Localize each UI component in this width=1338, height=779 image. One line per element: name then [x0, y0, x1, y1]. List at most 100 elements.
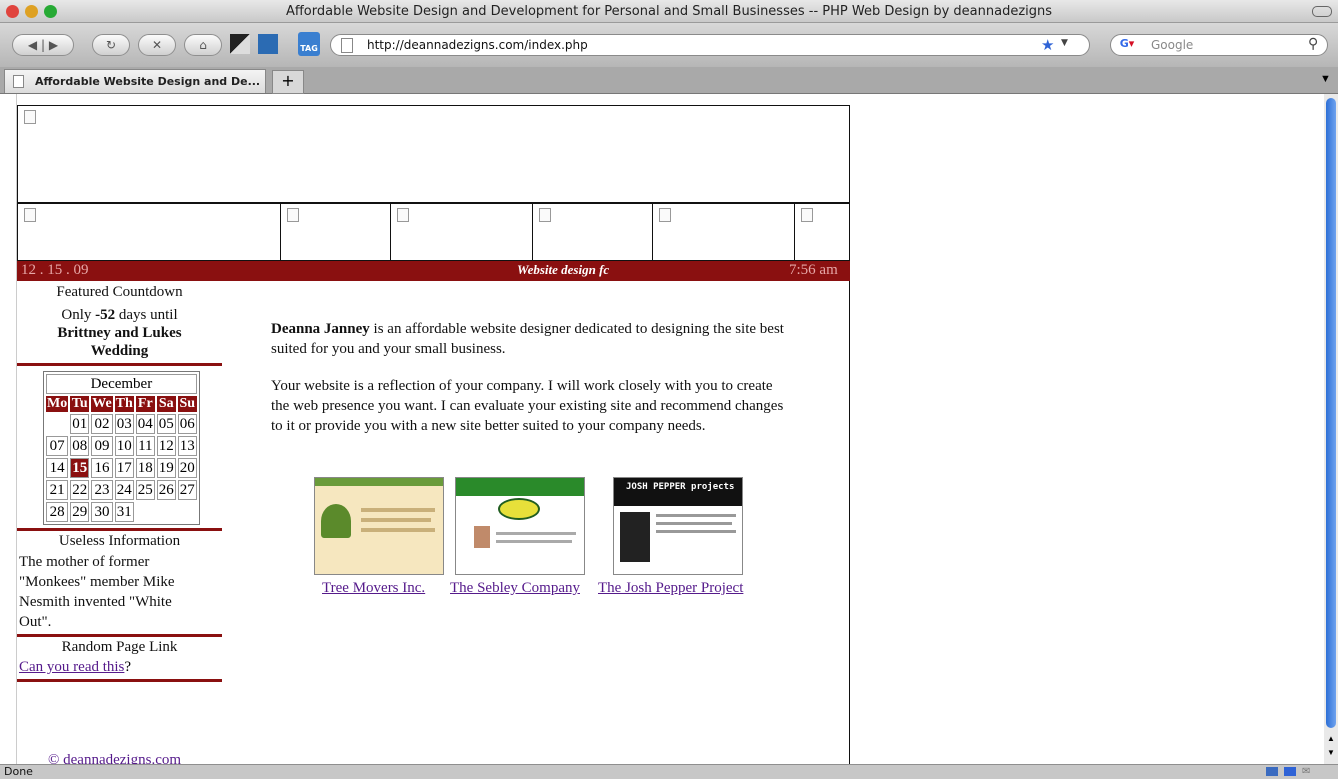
tab-active[interactable]: Affordable Website Design and De... — [4, 69, 266, 93]
calendar-day: 13 — [177, 436, 197, 456]
calendar-week: 28 29 30 31 — [46, 502, 197, 522]
thumb-text-line — [656, 522, 732, 525]
back-forward-buttons[interactable]: ◀ | ▶ — [12, 34, 74, 56]
calendar-empty-cell — [157, 502, 176, 522]
ticker-text: Website design fc — [517, 262, 610, 277]
tree-image — [321, 504, 351, 538]
calendar-day: 23 — [91, 480, 113, 500]
stop-icon: ✕ — [151, 38, 163, 52]
url-bar[interactable]: http://deannadezigns.com/index.php ★ ▼ — [330, 34, 1090, 56]
search-input[interactable]: G▾ Google ⚲ — [1110, 34, 1328, 56]
portfolio-thumb-tree-movers[interactable] — [314, 477, 444, 575]
tab-label: Affordable Website Design and De... — [35, 75, 261, 88]
nav-image-1[interactable] — [17, 203, 281, 261]
calendar-day: 08 — [70, 436, 90, 456]
broken-image-icon — [539, 208, 551, 222]
broken-image-icon — [801, 208, 813, 222]
nav-image-3[interactable] — [390, 203, 533, 261]
status-bar: Done ✉ — [0, 764, 1338, 779]
thumb-sidebar — [620, 512, 650, 562]
calendar-day: 06 — [177, 414, 197, 434]
calendar-today: 15 — [70, 458, 90, 478]
mail-icon[interactable]: ✉ — [1302, 766, 1310, 777]
calendar-day: 27 — [177, 480, 197, 500]
person-photo — [474, 526, 490, 548]
stop-button[interactable]: ✕ — [138, 34, 176, 56]
search-icon[interactable]: ⚲ — [1308, 36, 1318, 52]
thumb-text-line — [361, 528, 435, 532]
back-icon[interactable]: ◀ — [28, 38, 37, 52]
calendar-day: 09 — [91, 436, 113, 456]
broken-image-icon — [24, 110, 36, 124]
addon-status-icon[interactable] — [1284, 767, 1296, 776]
intro-paragraph: Deanna Janney is an affordable website d… — [271, 319, 791, 359]
nav-image-2[interactable] — [280, 203, 391, 261]
calendar-empty-cell — [178, 502, 197, 522]
calendar-day: 05 — [156, 414, 176, 434]
tag-icon[interactable]: TAG — [298, 32, 320, 56]
calendar-week: 21 22 23 24 25 26 27 — [46, 480, 197, 500]
tab-list-icon[interactable]: ▼ — [1320, 73, 1331, 85]
calendar-weekday: Mo — [46, 396, 69, 412]
calendar-week: 07 08 09 10 11 12 13 — [46, 436, 197, 456]
nav-image-4[interactable] — [532, 203, 653, 261]
calendar-empty-cell — [46, 414, 68, 434]
new-tab-button[interactable]: + — [272, 70, 304, 94]
time-text: 7:56 am — [789, 262, 838, 278]
bookmark-star-icon[interactable]: ★ — [1041, 36, 1054, 54]
reload-icon: ↻ — [105, 38, 117, 52]
calendar-day: 20 — [177, 458, 197, 478]
broken-image-icon — [659, 208, 671, 222]
calendar-day: 10 — [114, 436, 134, 456]
status-text: Done — [4, 765, 33, 778]
tab-page-icon — [13, 75, 24, 88]
portfolio-link-josh-pepper[interactable]: The Josh Pepper Project — [598, 580, 743, 597]
calendar-day: 21 — [46, 480, 69, 500]
thumb-text-line — [656, 514, 736, 517]
portfolio-thumb-josh-pepper[interactable]: JOSH PEPPER projects — [613, 477, 743, 575]
browser-toolbar: ◀ | ▶ ↻ ✕ ⌂ TAG http://deannadezigns.com… — [0, 23, 1338, 67]
toolbar-toggle-button[interactable] — [1312, 6, 1332, 17]
countdown-heading: Featured Countdown — [56, 284, 183, 300]
tab-bar: Affordable Website Design and De... + ▼ — [0, 67, 1338, 94]
nav-image-6[interactable] — [794, 203, 850, 261]
calendar-day: 12 — [156, 436, 176, 456]
save-addon-icon[interactable] — [258, 34, 278, 54]
bookmark-addon-icon[interactable] — [230, 34, 250, 54]
calendar-weekday: We — [91, 396, 113, 412]
portfolio-thumb-sebley[interactable] — [455, 477, 585, 575]
thumb-text-line — [361, 508, 435, 512]
url-text[interactable]: http://deannadezigns.com/index.php — [367, 38, 588, 52]
google-engine-icon[interactable]: G▾ — [1114, 37, 1140, 53]
window-titlebar: Affordable Website Design and Developmen… — [0, 0, 1338, 23]
portfolio-link-tree-movers[interactable]: Tree Movers Inc. — [322, 580, 425, 597]
calendar-weekday: Th — [114, 396, 134, 412]
forward-icon[interactable]: ▶ — [49, 38, 58, 52]
useless-heading: Useless Information — [58, 533, 181, 549]
nav-image-5[interactable] — [652, 203, 795, 261]
copyright-link[interactable]: © deannadezigns.com — [48, 752, 181, 764]
addon-status-icon[interactable] — [1266, 767, 1278, 776]
countdown-days: -52 — [95, 307, 116, 323]
thumb-text-line — [361, 518, 431, 522]
broken-image-icon — [287, 208, 299, 222]
broken-image-icon — [397, 208, 409, 222]
reload-button[interactable]: ↻ — [92, 34, 130, 56]
page-content: 12 . 15 . 09 Website design fc 7:56 am F… — [0, 94, 1324, 764]
calendar-day: 17 — [114, 458, 134, 478]
url-dropdown-icon[interactable]: ▼ — [1061, 38, 1068, 48]
search-placeholder: Google — [1151, 38, 1194, 52]
scroll-up-icon[interactable]: ▲ — [1327, 734, 1335, 743]
calendar-day: 07 — [46, 436, 69, 456]
scrollbar-thumb[interactable] — [1326, 98, 1336, 728]
random-page-link[interactable]: Can you read this — [19, 659, 124, 675]
calendar-day: 28 — [46, 502, 69, 522]
home-button[interactable]: ⌂ — [184, 34, 222, 56]
calendar-day: 22 — [70, 480, 90, 500]
calendar-day: 14 — [46, 458, 69, 478]
scroll-down-icon[interactable]: ▼ — [1327, 748, 1335, 757]
vertical-scrollbar[interactable]: ▲ ▼ — [1324, 94, 1338, 764]
calendar-day: 30 — [91, 502, 113, 522]
calendar-day: 19 — [156, 458, 176, 478]
portfolio-link-sebley[interactable]: The Sebley Company — [450, 580, 580, 597]
